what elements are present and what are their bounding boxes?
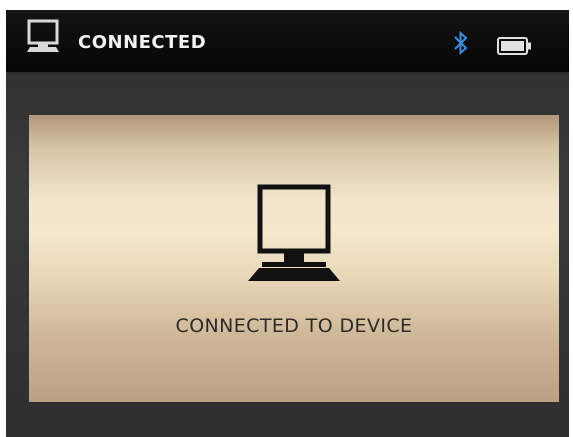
computer-icon <box>243 184 347 290</box>
bluetooth-icon <box>453 30 469 56</box>
battery-icon <box>497 37 533 55</box>
connection-status-label: CONNECTED <box>78 32 207 53</box>
connection-message: CONNECTED TO DEVICE <box>175 315 413 337</box>
connection-panel: CONNECTED TO DEVICE <box>29 115 559 402</box>
computer-icon <box>24 18 64 58</box>
device-screen: CONNECTED CONNECTED TO DEVICE <box>6 10 569 437</box>
status-bar: CONNECTED <box>6 10 569 74</box>
